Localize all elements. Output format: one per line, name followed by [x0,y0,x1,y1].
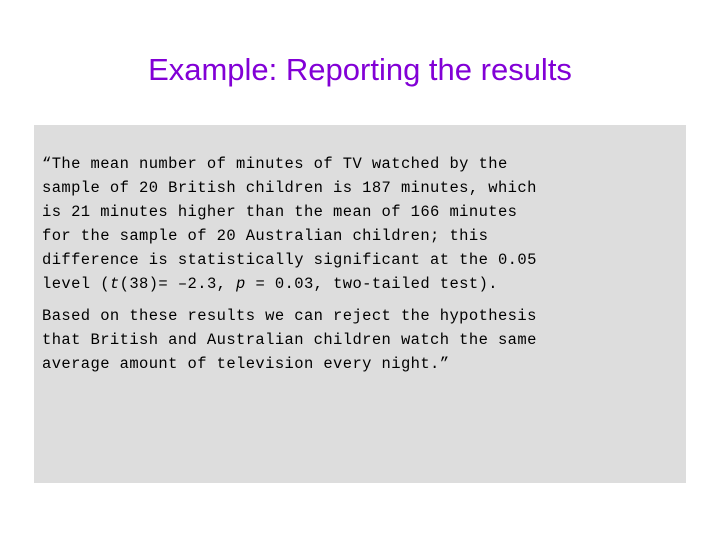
slide: Example: Reporting the results “The mean… [0,0,720,540]
t-statistic-symbol: t [109,275,120,293]
quote-paragraph-1-part-2: (38)= –2.3, [119,275,237,293]
quote-paragraph-2: Based on these results we can reject the… [42,307,537,373]
quote-paragraph-1-part-3: = 0.03, two-tailed test). [245,275,498,293]
quote-paragraph-1: “The mean number of minutes of TV watche… [42,152,662,296]
content-box: “The mean number of minutes of TV watche… [34,125,686,483]
quote-paragraph-1-part-1: “The mean number of minutes of TV watche… [42,155,537,293]
quote-body: “The mean number of minutes of TV watche… [42,152,662,376]
page-title: Example: Reporting the results [148,52,572,87]
p-value-symbol: p [236,275,246,293]
